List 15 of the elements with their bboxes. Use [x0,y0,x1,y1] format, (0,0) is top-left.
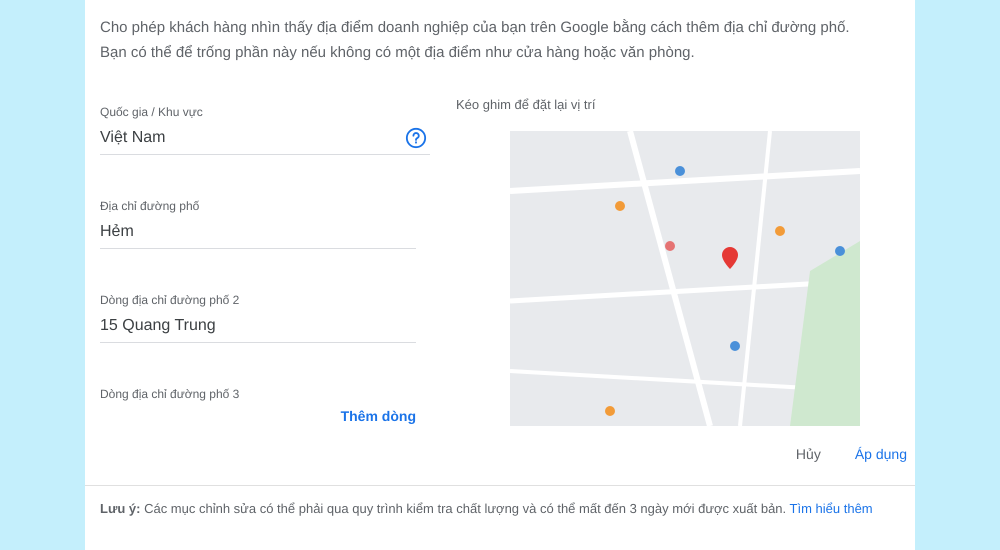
input-field[interactable]: 15 Quang Trung [100,309,416,343]
input-field[interactable]: Việt Nam [100,121,430,155]
description-text: Cho phép khách hàng nhìn thấy địa điểm doanh nghiệp của bạn trên Google bằng cách thêm địa chỉ đường phố. Bạn có thể để trống phần này nếu không có một địa điểm như cửa hàng hoặc văn phòng. [100,18,851,63]
field-label: Dòng địa chỉ đường phố 2 [100,292,240,309]
field-label: Quốc gia / Khu vực [100,104,204,121]
apply-button[interactable]: Áp dụng [852,440,909,468]
field-label: Dòng địa chỉ đường phố 3 [100,386,240,403]
add-line-link[interactable]: Thêm dòng [340,409,416,423]
input-field[interactable]: Hẻm [100,215,416,249]
learn-more-link[interactable]: Tìm hiểu thêm [790,500,873,516]
field-label: Địa chỉ đường phố [100,198,200,215]
cancel-button[interactable]: Hủy [794,440,823,468]
note-text: Lưu ý: Các mục chỉnh sửa có thể phải qua quy trình kiểm tra chất lượng và có thể mất đến 3 ngày mới được xuất bản. Tìm hiểu thêm [100,500,874,518]
help-icon[interactable] [405,126,427,148]
map-hint: Kéo ghim để đặt lại vị trí [456,96,596,114]
